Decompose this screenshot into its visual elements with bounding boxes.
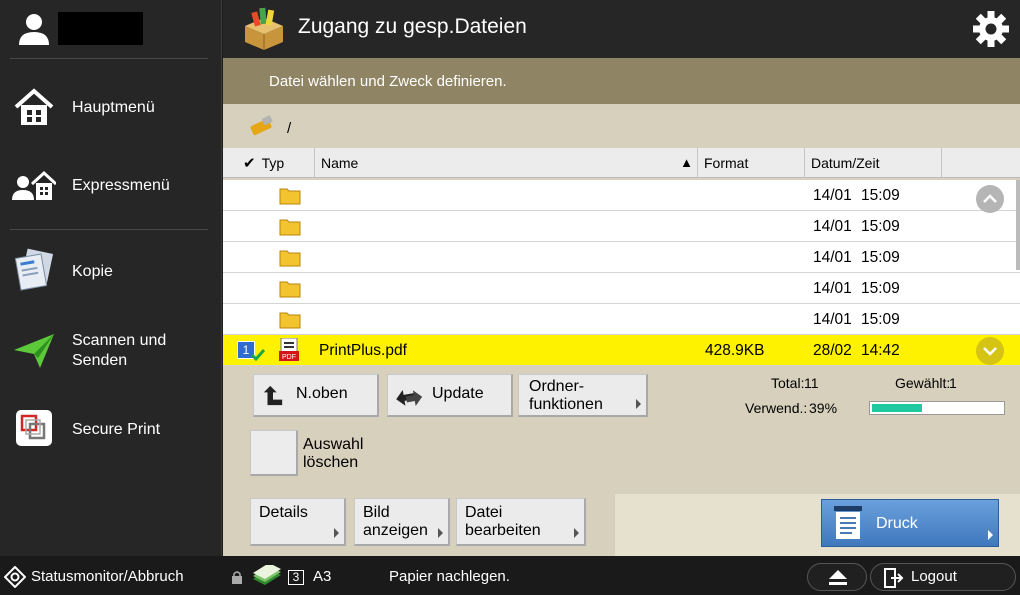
submenu-arrow-icon [636,399,641,409]
print-icon [834,506,862,539]
clear-selection-label: Auswahl löschen [303,436,364,471]
table-row-selected[interactable]: 1 PDF PrintPlus.pdf 428.9KB 28/02 14:42 [223,335,1020,366]
table-header: ✔ Typ Name ▲ Format Datum/Zeit [223,148,1020,178]
eject-button[interactable] [807,563,867,591]
file-format: 428.9KB [705,342,765,359]
arrow-up-icon [263,385,283,406]
folder-icon [279,188,301,205]
sidebar-item-label: Hauptmenü [72,99,155,116]
selected-label: Gewählt: [895,375,951,391]
gear-icon[interactable] [972,10,1010,48]
submenu-arrow-icon [438,528,443,538]
view-image-button[interactable]: Bild anzeigen [354,498,450,546]
logout-icon [884,568,904,588]
status-monitor-button[interactable]: Statusmonitor/Abbruch [0,556,222,595]
folder-icon [279,281,301,298]
update-button[interactable]: Update [387,374,513,417]
folder-icon [279,219,301,236]
chevron-up-icon [983,194,997,203]
copy-icon [14,248,54,291]
file-date: 28/02 [813,342,852,359]
scan-send-icon [14,334,54,368]
print-button[interactable]: Druck [821,499,999,547]
column-date[interactable]: Datum/Zeit [805,148,942,178]
instruction-bar: Datei wählen und Zweck definieren. [223,58,1020,104]
table-row[interactable]: 14/01 15:09 [223,273,1020,304]
table-row[interactable]: 14/01 15:09 [223,242,1020,273]
sidebar-item-kopie[interactable]: Kopie [0,236,222,308]
scroll-down-button[interactable] [976,337,1004,365]
checkmark-icon [251,349,265,361]
user-icon [19,14,49,45]
sidebar-item-scannen-senden[interactable]: Scannen und Senden [0,318,222,390]
sidebar-item-label: Kopie [72,263,113,280]
submenu-arrow-icon [988,530,993,540]
scrollbar[interactable] [1016,180,1020,270]
folder-icon [279,250,301,267]
check-icon: ✔ [243,155,256,172]
paper-count-badge: 3 [288,570,304,585]
svg-text:PDF: PDF [282,354,296,361]
total-label: Total: [771,375,805,391]
sidebar-item-secure-print[interactable]: Secure Print [0,392,222,464]
home-icon [14,88,54,125]
usage-label: Verwend.: [745,400,808,416]
divider [10,229,208,230]
path-text: / [287,120,292,137]
usb-stick-icon [250,115,273,136]
file-time: 14:42 [861,342,900,359]
paper-stack-icon [253,565,281,585]
chevron-down-icon [983,347,997,356]
eject-icon [829,570,847,585]
refresh-icon [396,389,423,406]
sidebar: Hauptmenü Expressmenü Kopie Scannen und … [0,0,222,556]
total-value: 11 [804,375,819,391]
folder-icon [279,312,301,329]
submenu-arrow-icon [334,528,339,538]
logout-button[interactable]: Logout [870,563,1016,591]
instruction-text: Datei wählen und Zweck definieren. [269,73,507,90]
table-row[interactable]: 14/01 15:09 [223,211,1020,242]
storage-usage-fill [872,404,922,412]
sidebar-item-label: Scannen und Senden [72,332,167,369]
folder-functions-button[interactable]: Ordner- funktionen [518,374,648,417]
edit-file-button[interactable]: Datei bearbeiten [456,498,586,546]
pdf-file-icon: PDF [279,338,299,361]
status-message: Papier nachlegen. [389,568,510,585]
submenu-arrow-icon [574,528,579,538]
sidebar-item-expressmenu[interactable]: Expressmenü [0,150,222,222]
storage-usage-bar [869,401,1005,415]
express-menu-icon [12,170,56,200]
paper-size: A3 [313,568,332,585]
table-row[interactable]: 14/01 15:09 [223,304,1020,335]
selected-value: 1 [949,375,957,391]
user-name-redacted [58,12,143,45]
sidebar-item-label: Expressmenü [72,177,170,194]
file-list: 14/01 15:09 14/01 15:09 14/01 15:09 14/0… [223,180,1020,366]
up-button[interactable]: N.oben [253,374,379,417]
divider [10,58,208,59]
column-name[interactable]: Name ▲ [315,148,698,178]
details-button[interactable]: Details [250,498,346,546]
status-monitor-icon [4,566,26,588]
stored-files-box-icon [245,7,283,50]
status-bar: Statusmonitor/Abbruch 3 A3 Papier nachle… [0,556,1020,595]
column-format[interactable]: Format [698,148,805,178]
sidebar-item-label: Secure Print [72,421,161,438]
file-name: PrintPlus.pdf [319,342,407,359]
clear-selection-button[interactable] [250,430,298,476]
lock-icon [232,571,242,584]
page-title: Zugang zu gesp.Dateien [298,15,527,38]
column-type[interactable]: ✔ Typ [223,148,315,178]
table-row[interactable]: 14/01 15:09 [223,180,1020,211]
sidebar-item-hauptmenu[interactable]: Hauptmenü [0,71,222,143]
file-browser: / ✔ Typ Name ▲ Format Datum/Zeit 14/01 15… [223,104,1020,556]
usage-value: 39% [809,400,838,416]
scroll-up-button[interactable] [976,185,1004,213]
header: Zugang zu gesp.Dateien [223,0,1020,58]
user-area[interactable] [0,0,222,58]
secure-print-icon [16,410,52,446]
sort-ascending-icon: ▲ [680,155,693,170]
